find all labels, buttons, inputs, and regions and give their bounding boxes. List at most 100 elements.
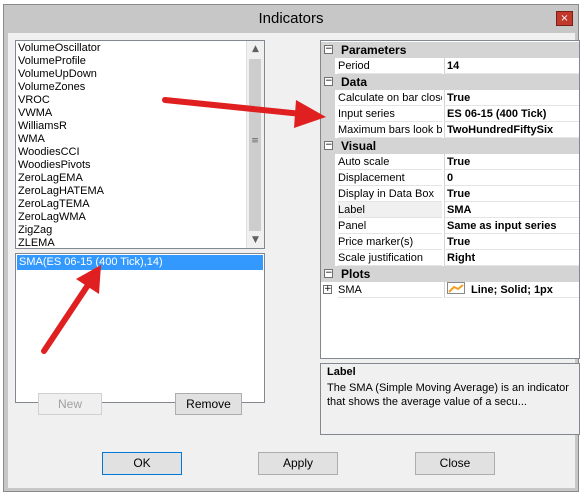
category-visual[interactable]: − Visual bbox=[321, 138, 579, 154]
category-label: Visual bbox=[341, 139, 377, 153]
property-name: Input series bbox=[338, 106, 442, 122]
property-row-calculate-on-bar-close[interactable]: Calculate on bar close True bbox=[321, 90, 579, 106]
collapse-icon[interactable]: − bbox=[324, 45, 333, 54]
property-name: Scale justification bbox=[338, 250, 442, 266]
row-gutter bbox=[321, 202, 335, 218]
list-item[interactable]: ZLEMA bbox=[18, 237, 250, 248]
list-item[interactable]: ZeroLagWMA bbox=[18, 211, 250, 224]
indicator-list[interactable]: VolumeOscillator VolumeProfile VolumeUpD… bbox=[15, 40, 265, 249]
property-value[interactable]: 14 bbox=[444, 58, 579, 74]
description-title: Label bbox=[327, 366, 356, 378]
indicator-list-scrollbar[interactable]: ▲ ≡ ▼ bbox=[246, 41, 264, 248]
row-gutter bbox=[321, 234, 335, 250]
row-gutter bbox=[321, 218, 335, 234]
list-item[interactable]: ZeroLagEMA bbox=[18, 172, 250, 185]
new-button[interactable]: New bbox=[38, 393, 102, 415]
category-parameters[interactable]: − Parameters bbox=[321, 42, 579, 58]
title-bar[interactable]: Indicators × bbox=[4, 5, 578, 33]
property-value[interactable]: SMA bbox=[444, 202, 579, 218]
property-name: Calculate on bar close bbox=[338, 92, 442, 106]
category-label: Plots bbox=[341, 267, 371, 281]
list-item[interactable]: WMA bbox=[18, 133, 250, 146]
property-name: Maximum bars look back bbox=[338, 124, 442, 138]
property-row-maximum-bars[interactable]: Maximum bars look back TwoHundredFiftySi… bbox=[321, 122, 579, 138]
property-row-price-marker[interactable]: Price marker(s) True bbox=[321, 234, 579, 250]
list-item[interactable]: ZeroLagTEMA bbox=[18, 198, 250, 211]
description-text: The SMA (Simple Moving Average) is an in… bbox=[327, 382, 569, 408]
property-name: SMA bbox=[338, 282, 442, 298]
property-row-auto-scale[interactable]: Auto scale True bbox=[321, 154, 579, 170]
close-icon[interactable]: × bbox=[556, 11, 573, 26]
applied-indicators-list[interactable]: SMA(ES 06-15 (400 Tick),14) bbox=[15, 253, 265, 403]
property-name: Auto scale bbox=[338, 154, 442, 170]
property-value[interactable]: Same as input series bbox=[444, 218, 579, 234]
row-gutter bbox=[321, 154, 335, 170]
property-value[interactable]: True bbox=[444, 186, 579, 202]
property-name: Display in Data Box bbox=[338, 186, 442, 202]
scroll-down-icon[interactable]: ▼ bbox=[247, 232, 264, 248]
plot-line-icon bbox=[447, 282, 465, 294]
collapse-icon[interactable]: − bbox=[324, 269, 333, 278]
property-name: Period bbox=[338, 58, 442, 74]
indicators-dialog: Indicators × VolumeOscillator VolumeProf… bbox=[3, 4, 580, 492]
property-row-displacement[interactable]: Displacement 0 bbox=[321, 170, 579, 186]
scroll-up-icon[interactable]: ▲ bbox=[247, 41, 264, 57]
list-item[interactable]: WilliamsR bbox=[18, 120, 250, 133]
property-row-scale-justification[interactable]: Scale justification Right bbox=[321, 250, 579, 266]
row-gutter bbox=[321, 122, 335, 138]
collapse-icon[interactable]: − bbox=[324, 77, 333, 86]
list-item[interactable]: ZigZag bbox=[18, 224, 250, 237]
list-item[interactable]: VolumeZones bbox=[18, 81, 250, 94]
property-value[interactable]: 0 bbox=[444, 170, 579, 186]
list-item[interactable]: VolumeProfile bbox=[18, 55, 250, 68]
property-value[interactable]: Line; Solid; 1px bbox=[444, 282, 579, 298]
property-value[interactable]: TwoHundredFiftySix bbox=[444, 122, 579, 138]
property-row-input-series[interactable]: Input series ES 06-15 (400 Tick) bbox=[321, 106, 579, 122]
list-item[interactable]: VolumeUpDown bbox=[18, 68, 250, 81]
row-gutter bbox=[321, 250, 335, 266]
list-item[interactable]: ZeroLagHATEMA bbox=[18, 185, 250, 198]
plot-style-text: Line; Solid; 1px bbox=[471, 284, 553, 296]
category-plots[interactable]: − Plots bbox=[321, 266, 579, 282]
list-item[interactable]: VWMA bbox=[18, 107, 250, 120]
dialog-body: VolumeOscillator VolumeProfile VolumeUpD… bbox=[8, 33, 580, 488]
property-row-plot-sma[interactable]: + SMA Line; Solid; 1px bbox=[321, 282, 579, 298]
property-row-panel[interactable]: Panel Same as input series bbox=[321, 218, 579, 234]
property-value[interactable]: ES 06-15 (400 Tick) bbox=[444, 106, 579, 122]
dialog-title: Indicators bbox=[258, 10, 324, 27]
expand-icon[interactable]: + bbox=[323, 285, 332, 294]
list-item[interactable]: WoodiesPivots bbox=[18, 159, 250, 172]
apply-button[interactable]: Apply bbox=[258, 452, 338, 475]
row-gutter bbox=[321, 186, 335, 202]
property-value[interactable]: True bbox=[444, 154, 579, 170]
grip-icon: ≡ bbox=[251, 136, 259, 146]
row-gutter bbox=[321, 90, 335, 106]
row-gutter bbox=[321, 170, 335, 186]
close-button[interactable]: Close bbox=[415, 452, 495, 475]
category-label: Parameters bbox=[341, 43, 407, 57]
remove-button[interactable]: Remove bbox=[175, 393, 242, 415]
list-item[interactable]: WoodiesCCI bbox=[18, 146, 250, 159]
property-name: Price marker(s) bbox=[338, 234, 442, 250]
category-label: Data bbox=[341, 75, 368, 89]
applied-indicator-item[interactable]: SMA(ES 06-15 (400 Tick),14) bbox=[17, 255, 263, 270]
property-row-label[interactable]: Label SMA bbox=[321, 202, 579, 218]
description-panel: Label The SMA (Simple Moving Average) is… bbox=[320, 363, 580, 435]
row-gutter bbox=[321, 58, 335, 74]
property-row-display-in-data-box[interactable]: Display in Data Box True bbox=[321, 186, 579, 202]
property-name: Panel bbox=[338, 218, 442, 234]
property-value[interactable]: True bbox=[444, 234, 579, 250]
property-row-period[interactable]: Period 14 bbox=[321, 58, 579, 74]
property-grid: − Parameters Period 14 − Data Calculate … bbox=[320, 40, 580, 359]
property-name: Displacement bbox=[338, 170, 442, 186]
ok-button[interactable]: OK bbox=[102, 452, 182, 475]
category-data[interactable]: − Data bbox=[321, 74, 579, 90]
property-value[interactable]: True bbox=[444, 90, 579, 106]
property-value[interactable]: Right bbox=[444, 250, 579, 266]
scroll-thumb[interactable]: ≡ bbox=[249, 59, 261, 231]
list-item[interactable]: VolumeOscillator bbox=[18, 42, 250, 55]
collapse-icon[interactable]: − bbox=[324, 141, 333, 150]
row-gutter bbox=[321, 106, 335, 122]
list-item[interactable]: VROC bbox=[18, 94, 250, 107]
indicator-list-items: VolumeOscillator VolumeProfile VolumeUpD… bbox=[18, 42, 250, 248]
